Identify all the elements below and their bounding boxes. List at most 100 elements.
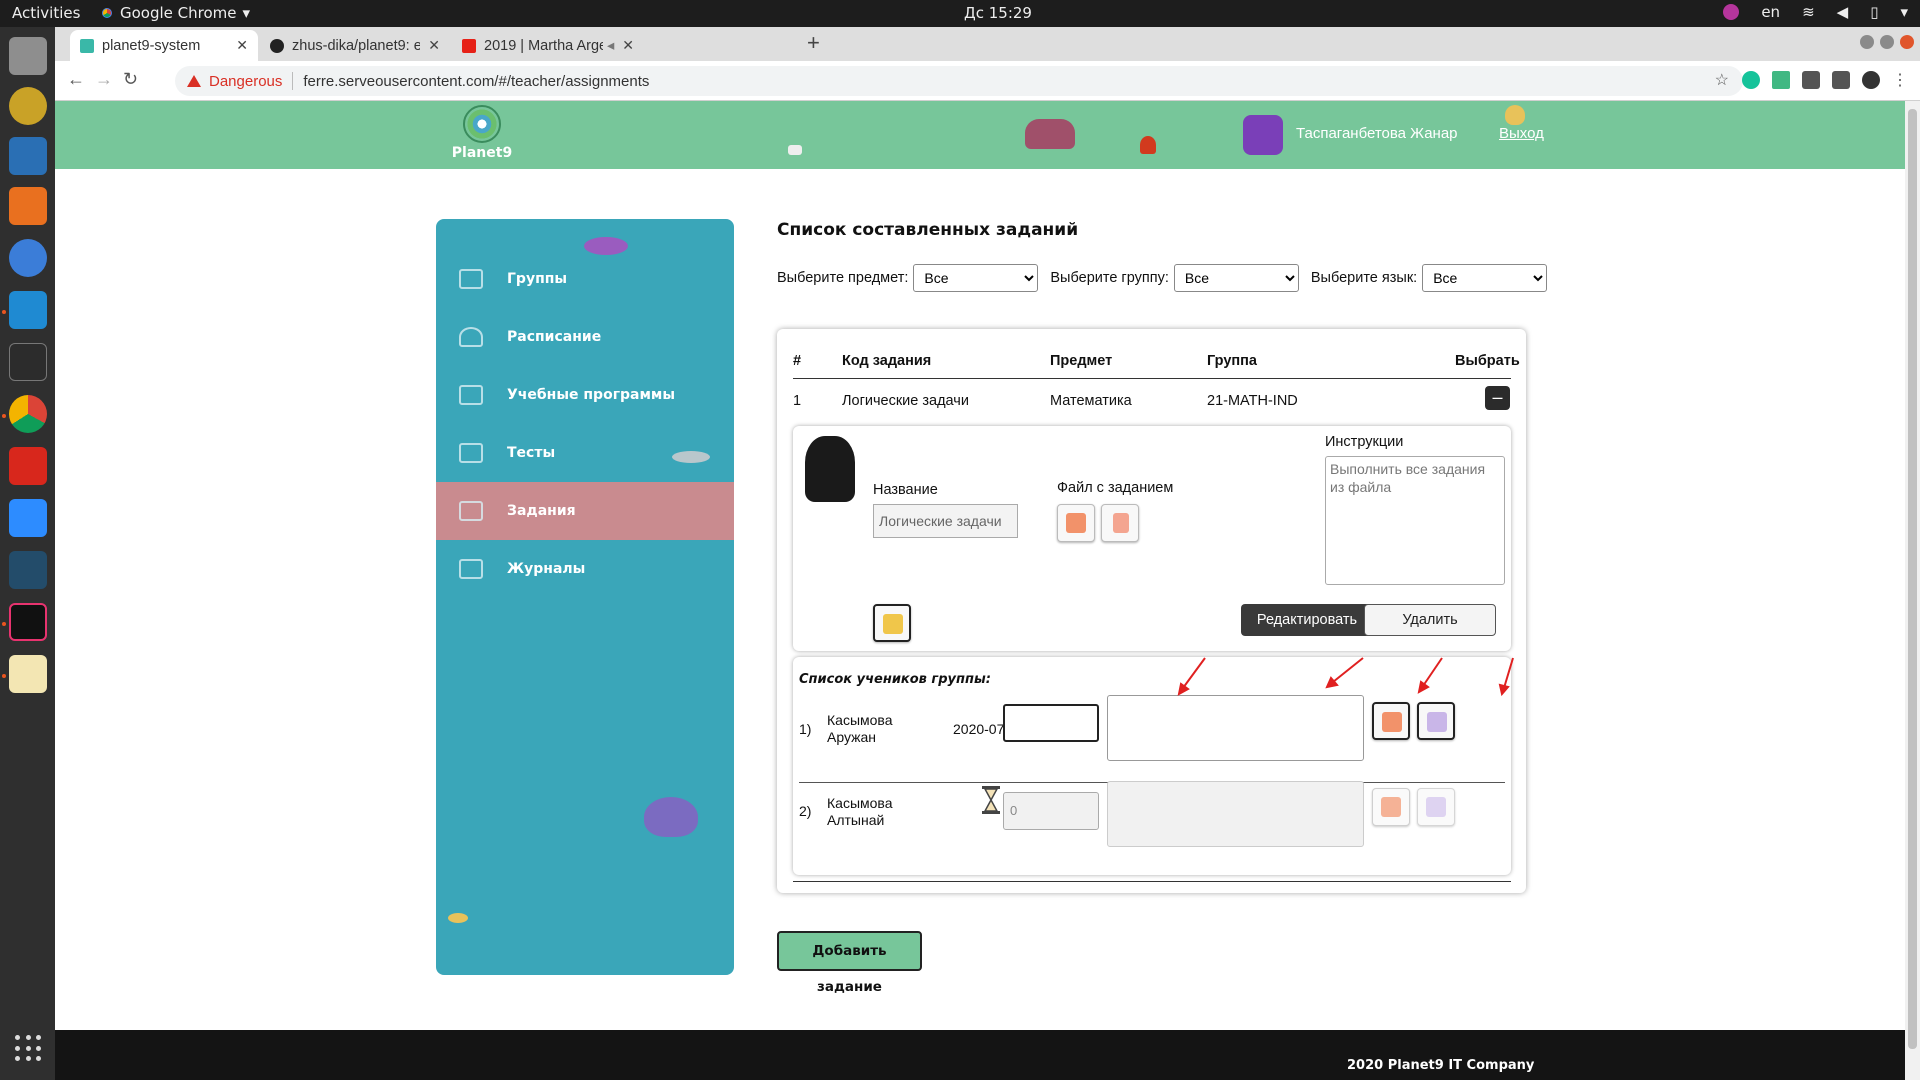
address-bar[interactable]: Dangerous ferre.serveousercontent.com/#/…: [175, 66, 1743, 96]
new-tab-button[interactable]: +: [807, 30, 820, 56]
user-avatar[interactable]: [1243, 115, 1283, 155]
firefox-icon[interactable]: [1723, 4, 1740, 20]
scrollbar-thumb[interactable]: [1908, 109, 1917, 1049]
chrome-dock-icon[interactable]: [9, 395, 47, 433]
show-applications-icon[interactable]: [15, 1035, 43, 1063]
writer-icon[interactable]: [9, 137, 47, 175]
sidebar-item-label: Группы: [507, 271, 568, 287]
whale-icon: [644, 797, 698, 837]
grade-submission-button-disabled: [1417, 788, 1455, 826]
close-icon[interactable]: ✕: [236, 37, 248, 54]
column-header-num: #: [793, 353, 802, 369]
sidebar-item-journals[interactable]: Журналы: [436, 540, 734, 598]
mysql-workbench-icon[interactable]: [9, 551, 47, 589]
add-assignment-button[interactable]: Добавить задание: [777, 931, 922, 995]
annotation-arrows: [1177, 657, 1514, 697]
language-indicator[interactable]: en: [1761, 3, 1780, 21]
file-import-icon: [1382, 712, 1402, 732]
power-menu-icon[interactable]: ▾: [1900, 3, 1908, 21]
vue-devtools-icon[interactable]: [1772, 71, 1790, 89]
software-center-icon[interactable]: [9, 187, 47, 225]
reload-icon[interactable]: ↻: [123, 69, 138, 90]
group-select[interactable]: Все: [1173, 264, 1299, 292]
sidebar-item-label: Учебные программы: [507, 387, 676, 403]
owl-icon: [1505, 105, 1525, 125]
sidebar-item-programs[interactable]: Учебные программы: [436, 366, 734, 424]
forward-icon[interactable]: →: [95, 69, 113, 90]
download-file-button[interactable]: [1057, 504, 1095, 542]
tab-label: zhus-dika/planet9: educa: [292, 37, 421, 54]
terminal-icon[interactable]: [9, 343, 47, 381]
tab-github[interactable]: zhus-dika/planet9: educa ✕: [260, 30, 450, 61]
close-icon[interactable]: ✕: [622, 37, 634, 54]
tab-youtube[interactable]: 2019 | Martha Argerich ◂ ✕: [452, 30, 644, 61]
name-label: Название: [873, 482, 938, 498]
sidebar-item-assignments[interactable]: Задания: [436, 482, 734, 540]
running-indicator: [2, 674, 6, 678]
close-icon[interactable]: ✕: [428, 37, 440, 54]
back-icon[interactable]: ←: [67, 69, 85, 90]
site-logo[interactable]: Planet9: [443, 105, 521, 161]
column-header-subject: Предмет: [1050, 353, 1113, 369]
maximize-button[interactable]: [1880, 35, 1894, 49]
upload-folder-button[interactable]: [873, 604, 911, 642]
close-window-button[interactable]: [1900, 35, 1914, 49]
grade-input[interactable]: [1003, 704, 1099, 742]
chrome-icon: [100, 6, 114, 20]
site-header: Planet9 Таспаганбетова Жанар Выход: [55, 101, 1905, 169]
filters: Выберите предмет: Все Выберите группу: В…: [777, 264, 1559, 292]
media-control-icon[interactable]: [1832, 71, 1850, 89]
edit-button[interactable]: Редактировать: [1241, 604, 1373, 636]
files-icon[interactable]: [9, 37, 47, 75]
assignments-card: # Код задания Предмет Группа Выбрать 1 Л…: [777, 329, 1526, 893]
running-indicator: [2, 310, 6, 314]
more-menu-icon[interactable]: ⋮: [1892, 70, 1908, 90]
delete-button[interactable]: Удалить: [1364, 604, 1496, 636]
wolfram-icon[interactable]: [9, 447, 47, 485]
security-status[interactable]: Dangerous: [209, 73, 282, 90]
profile-avatar-icon[interactable]: [1862, 71, 1880, 89]
page-scrollbar[interactable]: [1905, 101, 1920, 1080]
sidebar-item-label: Задания: [507, 503, 576, 519]
extensions-puzzle-icon[interactable]: [1802, 71, 1820, 89]
delete-file-button[interactable]: [1101, 504, 1139, 542]
system-tray[interactable]: en ≋ ◀ ▯ ▾: [1723, 3, 1908, 21]
tab-planet9[interactable]: planet9-system ✕: [70, 30, 258, 61]
battery-icon: ▯: [1870, 3, 1879, 21]
bookmark-star-icon[interactable]: ☆: [1715, 70, 1729, 90]
sidebar-item-schedule[interactable]: Расписание: [436, 308, 734, 366]
subject-select[interactable]: Все: [913, 264, 1039, 292]
grade-submission-button[interactable]: [1417, 702, 1455, 740]
os-top-bar: Activities Google Chrome ▾ Дс 15:29 en ≋…: [0, 0, 1920, 27]
app-menu[interactable]: Google Chrome ▾: [100, 4, 250, 22]
fish-skeleton-icon: [672, 451, 710, 463]
language-select[interactable]: Все: [1422, 264, 1548, 292]
instructions-textarea[interactable]: Выполнить все задания из файла: [1325, 456, 1505, 585]
clock[interactable]: Дс 15:29: [964, 4, 1032, 22]
activities-button[interactable]: Activities: [12, 4, 80, 22]
student-last-name: Аружан: [827, 729, 877, 745]
rhythmbox-icon[interactable]: [9, 87, 47, 125]
dock: [0, 27, 55, 1080]
tab-label: planet9-system: [102, 37, 201, 54]
url-text[interactable]: ferre.serveousercontent.com/#/teacher/as…: [303, 73, 649, 90]
collapse-button[interactable]: –: [1485, 386, 1510, 410]
sidebar-item-groups[interactable]: Группы: [436, 250, 734, 308]
help-icon[interactable]: [9, 239, 47, 277]
text-editor-icon[interactable]: [9, 655, 47, 693]
hourglass-icon: [982, 786, 1000, 814]
planet-logo-icon: [463, 105, 501, 143]
intellij-icon[interactable]: [9, 603, 47, 641]
grammarly-icon[interactable]: [1742, 71, 1760, 89]
logout-link[interactable]: Выход: [1499, 125, 1544, 142]
chevron-down-icon: ▾: [242, 4, 251, 22]
minimize-button[interactable]: [1860, 35, 1874, 49]
download-submission-button[interactable]: [1372, 702, 1410, 740]
divider: [793, 378, 1511, 379]
vscode-icon[interactable]: [9, 291, 47, 329]
divider: [793, 881, 1511, 882]
notes-pen-icon: [1426, 797, 1446, 817]
zoom-icon[interactable]: [9, 499, 47, 537]
tab-strip: planet9-system ✕ zhus-dika/planet9: educ…: [55, 27, 1920, 61]
name-input[interactable]: Логические задачи: [873, 504, 1018, 538]
